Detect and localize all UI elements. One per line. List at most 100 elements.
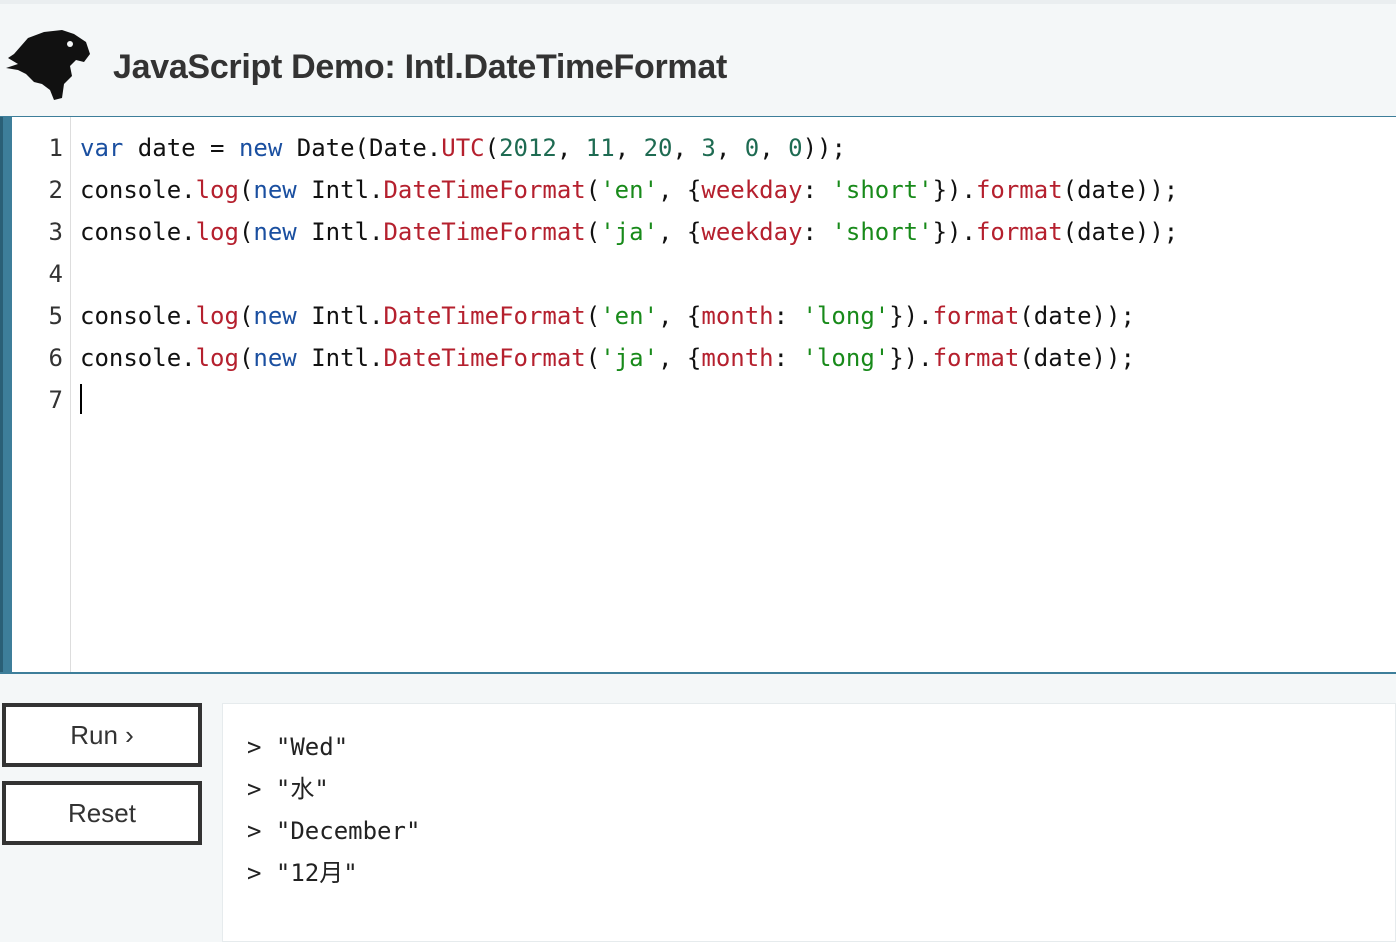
text-cursor	[80, 384, 82, 414]
code-token: var	[80, 134, 124, 162]
code-token: }).	[932, 218, 976, 246]
code-token: new	[253, 176, 297, 204]
code-token: (	[585, 176, 601, 204]
console-line: > "Wed"	[247, 733, 349, 761]
code-token: 'short'	[831, 176, 933, 204]
code-token: Intl.	[296, 176, 384, 204]
code-editor[interactable]: 1234567 var date = new Date(Date.UTC(201…	[0, 116, 1396, 674]
code-token: log	[195, 302, 239, 330]
code-line[interactable]	[80, 253, 1390, 295]
dinosaur-head-icon	[6, 30, 90, 100]
code-token: 2012	[499, 134, 557, 162]
code-token: Intl.	[296, 344, 384, 372]
code-token: weekday	[701, 218, 803, 246]
code-token: :	[773, 302, 803, 330]
console-line: > "水"	[247, 775, 329, 803]
code-token: weekday	[701, 176, 803, 204]
code-token: log	[195, 344, 239, 372]
code-token: console.	[80, 218, 196, 246]
code-token: 'long'	[802, 302, 890, 330]
code-token: ,	[759, 134, 789, 162]
code-token: 'short'	[831, 218, 933, 246]
code-token: Intl.	[296, 302, 384, 330]
line-number: 6	[48, 344, 63, 372]
code-token: :	[802, 176, 832, 204]
code-token: Intl.	[296, 218, 384, 246]
code-token: console.	[80, 344, 196, 372]
code-token: :	[802, 218, 832, 246]
code-token: ,	[672, 134, 702, 162]
code-token: DateTimeFormat	[383, 218, 586, 246]
code-token: 'long'	[802, 344, 890, 372]
code-token: 'ja'	[600, 344, 659, 372]
code-token: (	[238, 302, 254, 330]
code-token: UTC	[441, 134, 485, 162]
code-token: 'en'	[600, 302, 659, 330]
code-token: new	[253, 344, 297, 372]
code-token: new	[238, 134, 283, 162]
code-token: format	[932, 302, 1020, 330]
code-token: console.	[80, 176, 196, 204]
code-token: new	[253, 218, 297, 246]
code-token: (date));	[1062, 176, 1179, 204]
code-token: , {	[658, 302, 702, 330]
code-token: DateTimeFormat	[383, 302, 586, 330]
code-token: date =	[123, 134, 239, 162]
line-number: 3	[48, 218, 63, 246]
line-number: 2	[48, 176, 63, 204]
code-token: (date));	[1062, 218, 1179, 246]
code-line[interactable]: console.log(new Intl.DateTimeFormat('en'…	[80, 295, 1390, 337]
code-token: :	[773, 344, 803, 372]
code-token: (date));	[1019, 302, 1135, 330]
code-token: (	[238, 344, 254, 372]
code-token: (	[585, 344, 601, 372]
code-token: format	[975, 176, 1063, 204]
code-token: 3	[701, 134, 716, 162]
code-token: , {	[658, 218, 702, 246]
code-content[interactable]: var date = new Date(Date.UTC(2012, 11, 2…	[80, 127, 1390, 421]
code-token: Date(Date.	[282, 134, 442, 162]
editor-accent-bar	[0, 117, 12, 672]
code-token: (	[585, 218, 601, 246]
code-line[interactable]	[80, 379, 1390, 421]
code-token: ,	[556, 134, 586, 162]
code-token: (	[238, 176, 254, 204]
code-line[interactable]: console.log(new Intl.DateTimeFormat('ja'…	[80, 211, 1390, 253]
console-output: > "Wed" > "水" > "December" > "12月"	[222, 703, 1396, 942]
demo-header: JavaScript Demo: Intl.DateTimeFormat	[0, 4, 1396, 116]
code-token: format	[975, 218, 1063, 246]
code-token: 0	[788, 134, 803, 162]
code-token: ,	[614, 134, 644, 162]
code-token: 20	[643, 134, 673, 162]
line-number: 4	[48, 260, 63, 288]
code-token: }).	[889, 344, 933, 372]
code-line[interactable]: var date = new Date(Date.UTC(2012, 11, 2…	[80, 127, 1390, 169]
code-line[interactable]: console.log(new Intl.DateTimeFormat('en'…	[80, 169, 1390, 211]
code-token: ));	[802, 134, 846, 162]
code-token: }).	[889, 302, 933, 330]
code-token: }).	[932, 176, 976, 204]
code-token: DateTimeFormat	[383, 344, 586, 372]
code-line[interactable]: console.log(new Intl.DateTimeFormat('ja'…	[80, 337, 1390, 379]
code-token: month	[701, 302, 774, 330]
code-token: 'ja'	[600, 218, 659, 246]
code-token: , {	[658, 344, 702, 372]
code-token: new	[253, 302, 297, 330]
code-token: 11	[585, 134, 615, 162]
console-line: > "December"	[247, 817, 421, 845]
code-token: format	[932, 344, 1020, 372]
run-button[interactable]: Run ›	[2, 703, 202, 767]
page-title: JavaScript Demo: Intl.DateTimeFormat	[113, 48, 727, 86]
code-token: 'en'	[600, 176, 659, 204]
code-token: , {	[658, 176, 702, 204]
code-token: 0	[744, 134, 760, 162]
line-numbers: 1 2 3 4 5 6 7	[12, 127, 63, 421]
code-token: DateTimeFormat	[383, 176, 586, 204]
reset-button[interactable]: Reset	[2, 781, 202, 845]
code-token: log	[195, 176, 239, 204]
code-token: (	[484, 134, 500, 162]
code-token: log	[195, 218, 239, 246]
code-token: (	[238, 218, 254, 246]
line-number: 5	[48, 302, 63, 330]
code-token: console.	[80, 302, 196, 330]
